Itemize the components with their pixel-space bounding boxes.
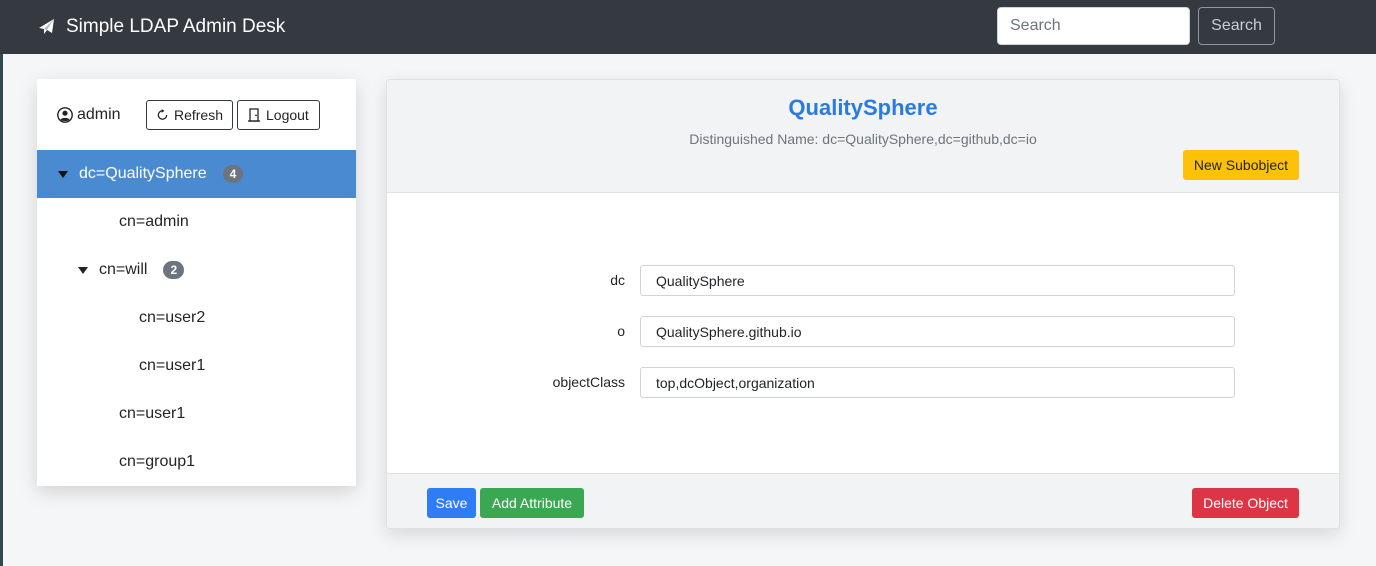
tree-node[interactable]: dc=QualitySphere 4 xyxy=(37,150,356,198)
window-edge xyxy=(0,54,3,566)
tree-node-label: cn=user2 xyxy=(139,309,206,326)
tree-node[interactable]: cn=group1 xyxy=(37,438,356,486)
logout-button[interactable]: Logout xyxy=(237,100,320,130)
current-user-name: admin xyxy=(77,106,121,123)
object-card: QualitySphere Distinguished Name: dc=Qua… xyxy=(386,79,1340,529)
app-title: Simple LDAP Admin Desk xyxy=(66,16,286,37)
refresh-button[interactable]: Refresh xyxy=(146,100,233,130)
save-button[interactable]: Save xyxy=(427,488,476,518)
attribute-row-objectclass: objectClass xyxy=(387,367,1339,398)
new-subobject-button[interactable]: New Subobject xyxy=(1183,150,1299,180)
refresh-icon xyxy=(157,109,168,120)
tree-node-label: cn=will xyxy=(99,261,148,278)
tree-node[interactable]: cn=admin xyxy=(37,198,356,246)
paper-plane-icon xyxy=(39,19,54,34)
attribute-row-o: o xyxy=(387,316,1339,347)
tree-node[interactable]: cn=user1 xyxy=(37,342,356,390)
attribute-name: objectClass xyxy=(552,374,625,390)
caret-down-icon[interactable] xyxy=(57,169,69,179)
caret-down-icon[interactable] xyxy=(77,265,89,275)
attribute-value-input[interactable] xyxy=(640,316,1235,347)
add-attribute-button[interactable]: Add Attribute xyxy=(480,488,584,518)
tree-node-label: cn=admin xyxy=(119,213,189,230)
child-count-badge: 4 xyxy=(222,165,244,183)
tree-node-label: dc=QualitySphere xyxy=(79,165,207,182)
search-input[interactable] xyxy=(997,7,1190,45)
brand[interactable]: Simple LDAP Admin Desk xyxy=(38,14,285,40)
attribute-name: dc xyxy=(610,272,625,288)
delete-object-button[interactable]: Delete Object xyxy=(1192,488,1299,518)
tree-panel: admin Refresh Logout dc=QualitySphere 4 cn… xyxy=(37,79,356,486)
tree-node-label: cn=user1 xyxy=(139,357,206,374)
tree-node[interactable]: cn=user1 xyxy=(37,390,356,438)
object-title: QualitySphere xyxy=(788,95,938,120)
door-icon xyxy=(248,108,260,122)
object-footer: Save Add Attribute Delete Object xyxy=(387,473,1339,528)
distinguished-name: Distinguished Name: dc=QualitySphere,dc=… xyxy=(689,131,1037,147)
logout-label: Logout xyxy=(266,107,309,123)
attribute-name: o xyxy=(617,323,625,339)
attribute-value-input[interactable] xyxy=(640,265,1235,296)
search-button[interactable]: Search xyxy=(1198,7,1275,45)
tree-node[interactable]: cn=user2 xyxy=(37,294,356,342)
user-circle-icon xyxy=(57,107,73,123)
user-toolbar: admin Refresh Logout xyxy=(57,100,356,130)
tree-node-label: cn=user1 xyxy=(119,405,186,422)
attribute-value-input[interactable] xyxy=(640,367,1235,398)
navbar: Simple LDAP Admin Desk Search xyxy=(0,0,1376,54)
tree-node-label: cn=group1 xyxy=(119,453,196,470)
refresh-label: Refresh xyxy=(173,107,223,123)
tree-node[interactable]: cn=will 2 xyxy=(37,246,356,294)
child-count-badge: 2 xyxy=(163,261,185,279)
object-header: QualitySphere Distinguished Name: dc=Qua… xyxy=(387,80,1339,193)
attribute-row-dc: dc xyxy=(387,265,1339,296)
